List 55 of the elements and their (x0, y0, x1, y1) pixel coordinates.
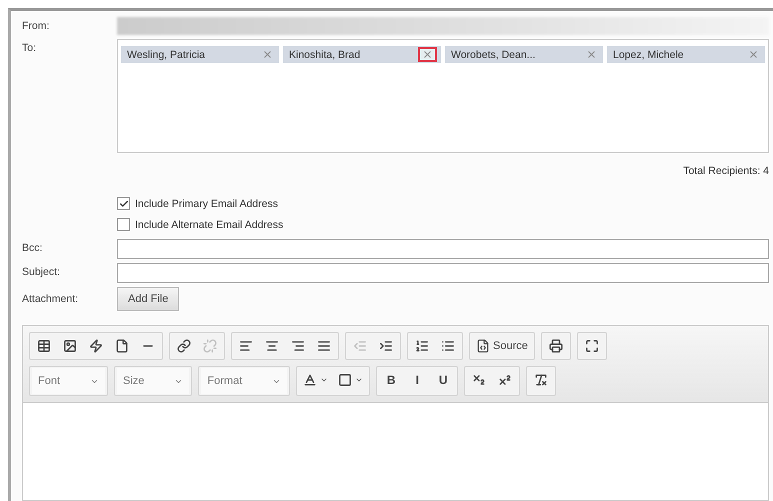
format-button[interactable]: I (405, 368, 430, 392)
code-page-icon (476, 339, 490, 353)
recipient-name: Kinoshita, Brad (289, 48, 360, 60)
remove-button[interactable] (418, 47, 437, 62)
add-file-button[interactable]: Add File (117, 287, 180, 311)
caret-icon (320, 376, 328, 384)
link-icon (177, 339, 191, 353)
format-dropdown[interactable]: Font (32, 368, 106, 394)
image-icon (63, 339, 77, 353)
page-icon (115, 339, 129, 353)
justify-icon (317, 339, 331, 353)
from-label: From: (22, 19, 50, 32)
bcc-field[interactable] (117, 239, 769, 259)
table-icon (37, 339, 51, 353)
bolt-icon (89, 339, 103, 353)
maximize-icon (584, 339, 599, 353)
close-icon (748, 49, 759, 60)
superscript-icon (498, 373, 512, 387)
checkbox[interactable] (117, 197, 130, 210)
attachment-label: Attachment: (22, 292, 80, 305)
printer-icon (548, 339, 563, 353)
remove-format-icon (534, 373, 548, 387)
subscript-icon (472, 373, 486, 387)
check-icon (118, 198, 128, 208)
unlink-icon (203, 339, 217, 353)
to-label: To: (22, 41, 38, 54)
close-icon (262, 49, 273, 60)
text-color-icon (303, 373, 318, 387)
format-button[interactable]: U (431, 368, 456, 392)
format-dropdown[interactable]: Format (201, 368, 288, 394)
format-dropdown[interactable]: Size (117, 368, 190, 394)
outdent-icon (353, 339, 367, 353)
close-icon (422, 49, 433, 60)
subject-label: Subject: (22, 265, 61, 278)
recipient-name: Worobets, Dean... (451, 48, 536, 60)
indent-icon (379, 339, 393, 353)
total-recipients: Total Recipients: 4 (683, 165, 769, 177)
source-button[interactable]: Source (472, 334, 532, 358)
align-center-icon (265, 339, 279, 353)
caret-icon (355, 376, 364, 384)
bcc-label: Bcc: (22, 241, 44, 254)
subject-field[interactable] (117, 263, 769, 283)
to-field[interactable]: Wesling, Patricia Kinoshita, Brad Worobets, Dean... Lopez, Michele (117, 39, 769, 153)
close-icon (586, 49, 597, 60)
align-left-icon (239, 339, 253, 353)
checkbox[interactable] (117, 218, 130, 231)
checkbox-label: Include Alternate Email Address (135, 218, 284, 230)
bulleted-list-icon (441, 339, 455, 353)
background-color-icon (338, 373, 352, 387)
checkbox-label: Include Primary Email Address (135, 198, 278, 210)
recipient-name: Wesling, Patricia (127, 48, 206, 60)
numbered-list-icon (415, 339, 429, 353)
recipient-name: Lopez, Michele (613, 48, 684, 60)
align-right-icon (291, 339, 305, 353)
format-button[interactable]: B (379, 368, 404, 392)
